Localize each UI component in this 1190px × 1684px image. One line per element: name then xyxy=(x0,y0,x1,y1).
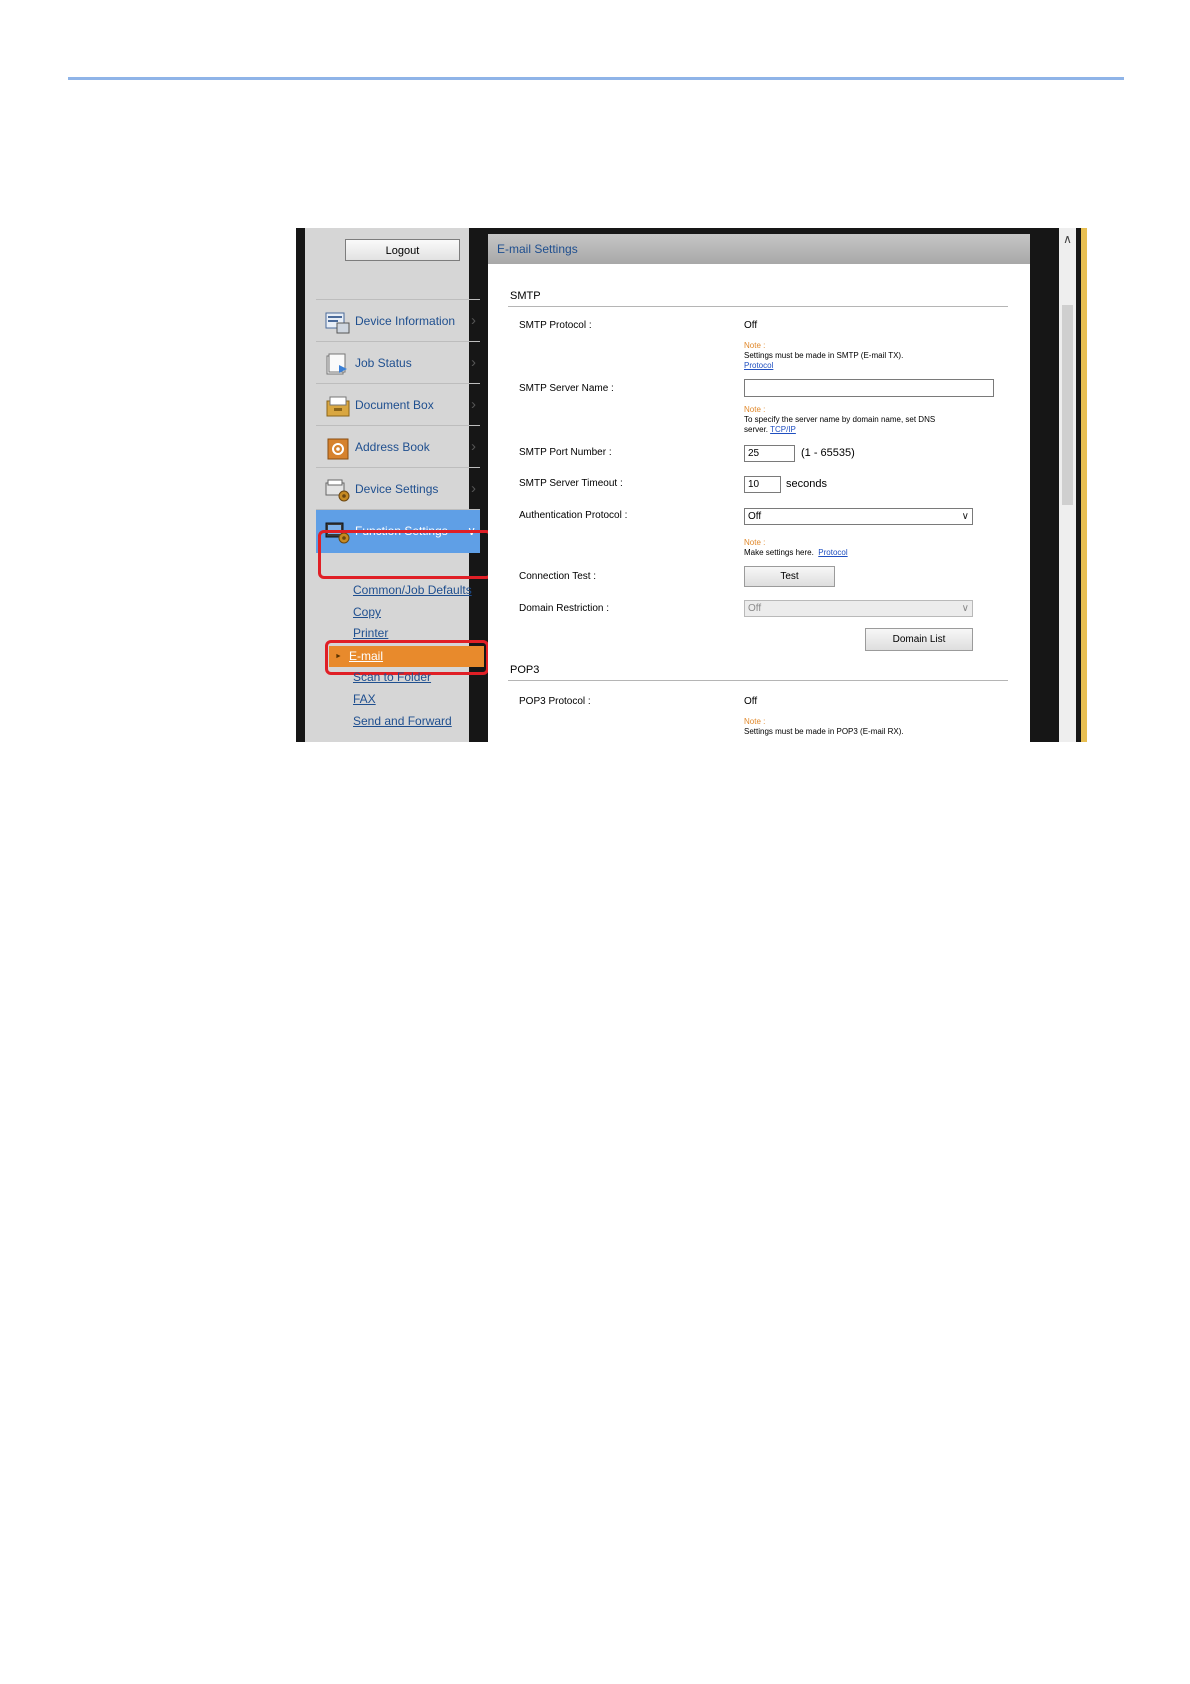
page-title: E-mail Settings xyxy=(497,242,578,256)
domain-list-button[interactable]: Domain List xyxy=(865,628,973,651)
sidebar-item-label: Device Settings xyxy=(355,482,439,496)
smtp-protocol-note-text: Settings must be made in SMTP (E-mail TX… xyxy=(744,351,904,360)
pop3-note-text: Settings must be made in POP3 (E-mail RX… xyxy=(744,727,904,736)
tcpip-link[interactable]: TCP/IP xyxy=(770,425,796,434)
sidebar-item-address-book[interactable]: Address Book › xyxy=(316,425,480,469)
sub-item-printer[interactable]: Printer xyxy=(353,626,388,640)
pop3-protocol-value: Off xyxy=(744,696,758,707)
scroll-up-icon[interactable]: ∧ xyxy=(1059,232,1076,248)
domain-restriction-label: Domain Restriction : xyxy=(519,603,610,614)
server-name-note-text-2: server. TCP/IP xyxy=(744,425,796,435)
auth-protocol-label: Authentication Protocol : xyxy=(519,510,628,521)
document-box-icon xyxy=(326,396,350,417)
sidebar-item-job-status[interactable]: Job Status › xyxy=(316,341,480,385)
smtp-divider xyxy=(508,306,1008,307)
vertical-scrollbar[interactable]: ∧ xyxy=(1059,228,1076,742)
smtp-protocol-value: Off xyxy=(744,320,758,331)
smtp-port-input[interactable]: 25 xyxy=(744,445,795,462)
smtp-protocol-label: SMTP Protocol : xyxy=(519,320,592,331)
server-name-note-text-2-part: server. xyxy=(744,425,769,434)
pop3-note-label: Note : xyxy=(744,717,766,726)
sub-item-scan-to-folder[interactable]: Scan to Folder xyxy=(353,670,431,684)
sub-item-common-job-defaults[interactable]: Common/Job Defaults xyxy=(353,583,472,597)
domain-restriction-select: Off ∨ xyxy=(744,600,973,617)
highlight-function-settings xyxy=(318,530,492,579)
smtp-server-name-input[interactable] xyxy=(744,379,994,397)
connection-test-label: Connection Test : xyxy=(519,571,597,582)
smtp-protocol-note-label: Note : xyxy=(744,341,766,350)
sub-item-copy[interactable]: Copy xyxy=(353,605,381,619)
panel-header: E-mail Settings xyxy=(488,234,1030,264)
email-settings-panel: E-mail Settings SMTP SMTP Protocol : Off… xyxy=(488,234,1030,742)
screenshot-frame: Logout Device Information › Job Status ›… xyxy=(296,228,1087,742)
smtp-timeout-unit: seconds xyxy=(786,478,827,490)
sub-item-send-and-forward[interactable]: Send and Forward xyxy=(353,714,452,728)
header-rule xyxy=(68,77,1124,80)
pop3-divider xyxy=(508,680,1008,681)
smtp-timeout-label: SMTP Server Timeout : xyxy=(519,478,623,489)
dropdown-arrow-icon: ∨ xyxy=(961,511,969,522)
pop3-section-title: POP3 xyxy=(510,664,540,676)
sidebar-item-label: Device Information xyxy=(355,314,456,328)
smtp-section-title: SMTP xyxy=(510,290,541,302)
pop3-protocol-label: POP3 Protocol : xyxy=(519,696,591,707)
logout-button[interactable]: Logout xyxy=(345,239,460,261)
smtp-server-name-label: SMTP Server Name : xyxy=(519,383,614,394)
auth-protocol-link[interactable]: Protocol xyxy=(818,548,847,557)
chevron-right-icon: › xyxy=(471,312,476,329)
scroll-thumb[interactable] xyxy=(1062,305,1073,505)
chevron-right-icon: › xyxy=(471,480,476,497)
chevron-right-icon: › xyxy=(471,396,476,413)
sidebar-item-document-box[interactable]: Document Box › xyxy=(316,383,480,427)
domain-restriction-selected: Off xyxy=(748,603,762,614)
server-name-note-label: Note : xyxy=(744,405,766,414)
job-status-icon xyxy=(326,353,347,375)
smtp-port-label: SMTP Port Number : xyxy=(519,447,612,458)
address-book-icon xyxy=(327,438,349,460)
sidebar-item-label: Address Book xyxy=(355,440,430,454)
sidebar-item-label: Job Status xyxy=(355,356,412,370)
sidebar-item-device-information[interactable]: Device Information › xyxy=(316,299,480,343)
dropdown-arrow-icon: ∨ xyxy=(961,603,969,614)
auth-note-text-part: Make settings here. xyxy=(744,548,814,557)
smtp-port-range: (1 - 65535) xyxy=(801,447,855,459)
chevron-right-icon: › xyxy=(471,438,476,455)
smtp-timeout-input[interactable]: 10 xyxy=(744,476,781,493)
auth-protocol-select[interactable]: Off ∨ xyxy=(744,508,973,525)
device-settings-icon xyxy=(325,479,350,502)
auth-note-label: Note : xyxy=(744,538,766,547)
sidebar-item-device-settings[interactable]: Device Settings › xyxy=(316,467,480,511)
server-name-note-text: To specify the server name by domain nam… xyxy=(744,415,936,424)
device-information-icon xyxy=(325,312,350,334)
auth-protocol-selected: Off xyxy=(748,511,762,522)
window-edge xyxy=(1081,228,1087,742)
test-button[interactable]: Test xyxy=(744,566,835,587)
auth-note-text: Make settings here. Protocol xyxy=(744,548,848,558)
smtp-protocol-note-link[interactable]: Protocol xyxy=(744,361,773,371)
sidebar-item-label: Document Box xyxy=(355,398,434,412)
sub-item-fax[interactable]: FAX xyxy=(353,692,376,706)
chevron-right-icon: › xyxy=(471,354,476,371)
